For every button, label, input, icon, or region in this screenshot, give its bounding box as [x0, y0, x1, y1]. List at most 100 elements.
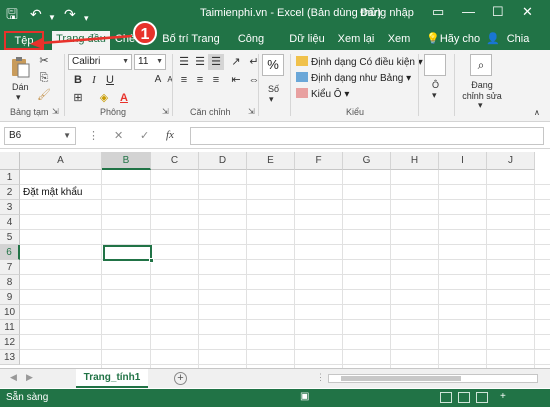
row-header-9[interactable]: 9 [0, 290, 20, 305]
select-all-corner[interactable] [0, 152, 20, 170]
format-painter-icon[interactable]: 🖌 [36, 87, 52, 103]
row-header-12[interactable]: 12 [0, 335, 20, 350]
customize-quick-access-icon[interactable]: ▾ [84, 9, 89, 27]
orientation-icon[interactable]: ↗ [228, 54, 244, 70]
formula-input[interactable] [190, 127, 544, 145]
clipboard-launcher-icon[interactable]: ⇲ [52, 107, 59, 116]
worksheet-grid[interactable]: ABCDEFGHIJ 1 2 3 4 5 6 7 8 9 10 11 12 13 Đặt mật khẩ… [0, 152, 550, 368]
redo-icon[interactable]: ↷ [64, 5, 76, 23]
page-break-view-icon[interactable] [476, 392, 488, 403]
horizontal-scrollbar[interactable] [328, 374, 538, 383]
borders-icon[interactable]: ⊞ [70, 90, 86, 106]
normal-view-icon[interactable] [440, 392, 452, 403]
paste-dropdown-icon[interactable]: ▾ [16, 92, 21, 103]
italic-icon[interactable]: I [86, 72, 102, 88]
share-button[interactable]: Chia sẻ [500, 31, 536, 62]
wrap-text-icon[interactable]: ↵ [246, 54, 262, 70]
font-size-select[interactable]: 11 ▼ [134, 54, 166, 70]
cancel-entry-icon[interactable]: ✕ [114, 129, 123, 142]
tab-file[interactable]: Tệp [4, 31, 44, 50]
percent-number-format-icon[interactable]: % [262, 54, 284, 76]
lightbulb-icon[interactable]: 💡 [426, 31, 440, 50]
font-name-select[interactable]: Calibri ▼ [68, 54, 132, 70]
sheet-tab[interactable]: Trang_tính1 [76, 369, 148, 388]
font-color-icon[interactable]: A [116, 90, 132, 106]
decrease-indent-icon[interactable]: ⇤ [228, 72, 244, 88]
conditional-formatting-button[interactable]: Định dạng Có điều kiện ▾ [296, 56, 423, 68]
align-right-icon[interactable]: ≡ [208, 72, 224, 88]
fill-color-icon[interactable]: ◈ [96, 90, 112, 106]
tab-home[interactable]: Trang đầu [52, 31, 110, 50]
tab-view[interactable]: Xem [386, 31, 412, 50]
merge-center-icon[interactable]: ⇔ [246, 72, 262, 88]
editing-label[interactable]: Đang chỉnh sửa [460, 80, 504, 102]
cells-dropdown-icon[interactable]: ▾ [432, 90, 437, 101]
tab-formulas[interactable]: Công thức [226, 31, 276, 62]
bold-icon[interactable]: B [70, 72, 86, 88]
page-layout-view-icon[interactable] [458, 392, 470, 403]
row-header-13[interactable]: 13 [0, 350, 20, 365]
align-center-icon[interactable]: ≡ [192, 72, 208, 88]
alignment-launcher-icon[interactable]: ⇲ [248, 107, 255, 116]
tab-data[interactable]: Dữ liệu [286, 31, 328, 50]
row-header-11[interactable]: 11 [0, 320, 20, 335]
row-header-5[interactable]: 5 [0, 230, 20, 245]
macro-record-icon[interactable]: ▣ [300, 391, 309, 402]
save-icon[interactable]: 🖫 [6, 5, 18, 23]
copy-icon[interactable]: ⎘ [36, 70, 52, 86]
column-header-j[interactable]: J [487, 152, 535, 170]
font-launcher-icon[interactable]: ⇲ [162, 107, 169, 116]
tab-review[interactable]: Xem lại [336, 31, 376, 50]
row-header-1[interactable]: 1 [0, 170, 20, 185]
confirm-entry-icon[interactable]: ✓ [140, 129, 149, 142]
selected-cell-b6[interactable] [103, 245, 154, 263]
cells-label[interactable]: Ô [432, 80, 439, 90]
scroll-right-icon[interactable]: ▶ [26, 372, 33, 383]
row-header-8[interactable]: 8 [0, 275, 20, 290]
cell-a2[interactable]: Đặt mật khẩu [23, 187, 82, 198]
column-header-g[interactable]: G [343, 152, 391, 170]
collapse-ribbon-icon[interactable]: ∧ [534, 108, 540, 117]
share-person-icon[interactable]: 👤 [486, 31, 500, 50]
underline-icon[interactable]: U [102, 72, 118, 88]
find-search-icon[interactable]: ⌕ [470, 54, 492, 76]
scroll-left-icon[interactable]: ◀ [10, 372, 17, 383]
row-header-10[interactable]: 10 [0, 305, 20, 320]
number-group-label[interactable]: Số [268, 84, 279, 94]
row-header-4[interactable]: 4 [0, 215, 20, 230]
column-header-c[interactable]: C [151, 152, 199, 170]
format-as-table-button[interactable]: Định dạng như Bảng ▾ [296, 72, 411, 84]
sign-in-link[interactable]: Đăng nhập [360, 7, 414, 19]
tab-page-layout[interactable]: Bố trí Trang [160, 31, 222, 50]
cell-styles-button[interactable]: Kiểu Ô ▾ [296, 88, 349, 100]
paste-icon[interactable] [9, 56, 31, 78]
cells-icon[interactable] [424, 54, 446, 76]
column-header-i[interactable]: I [439, 152, 487, 170]
close-icon[interactable]: ✕ [522, 4, 533, 20]
add-sheet-icon[interactable]: + [174, 372, 187, 385]
editing-dropdown-icon[interactable]: ▾ [478, 100, 483, 111]
align-left-icon[interactable]: ≡ [176, 72, 192, 88]
top-align-icon[interactable]: ☰ [176, 54, 192, 70]
minimize-icon[interactable]: — [462, 4, 475, 19]
column-header-a[interactable]: A [20, 152, 102, 170]
undo-icon[interactable]: ↶ [30, 5, 42, 23]
column-header-e[interactable]: E [247, 152, 295, 170]
bottom-align-icon[interactable]: ☰ [208, 54, 224, 70]
zoom-in-icon[interactable]: + [500, 391, 506, 402]
insert-function-icon[interactable]: fx [166, 129, 174, 141]
tell-me-box[interactable]: Hãy cho t [438, 31, 482, 50]
middle-align-icon[interactable]: ☰ [192, 54, 208, 70]
column-header-h[interactable]: H [391, 152, 439, 170]
column-header-f[interactable]: F [295, 152, 343, 170]
undo-dropdown-icon[interactable]: ▼ [48, 9, 56, 27]
row-header-2[interactable]: 2 [0, 185, 20, 200]
scrollbar-thumb[interactable] [341, 376, 461, 381]
fill-handle[interactable] [149, 258, 154, 263]
column-header-d[interactable]: D [199, 152, 247, 170]
row-header-7[interactable]: 7 [0, 260, 20, 275]
cut-icon[interactable]: ✂ [36, 53, 52, 69]
paste-label[interactable]: Dán [12, 82, 29, 92]
ribbon-display-icon[interactable]: ▭ [432, 4, 444, 20]
maximize-icon[interactable]: ☐ [492, 4, 504, 20]
